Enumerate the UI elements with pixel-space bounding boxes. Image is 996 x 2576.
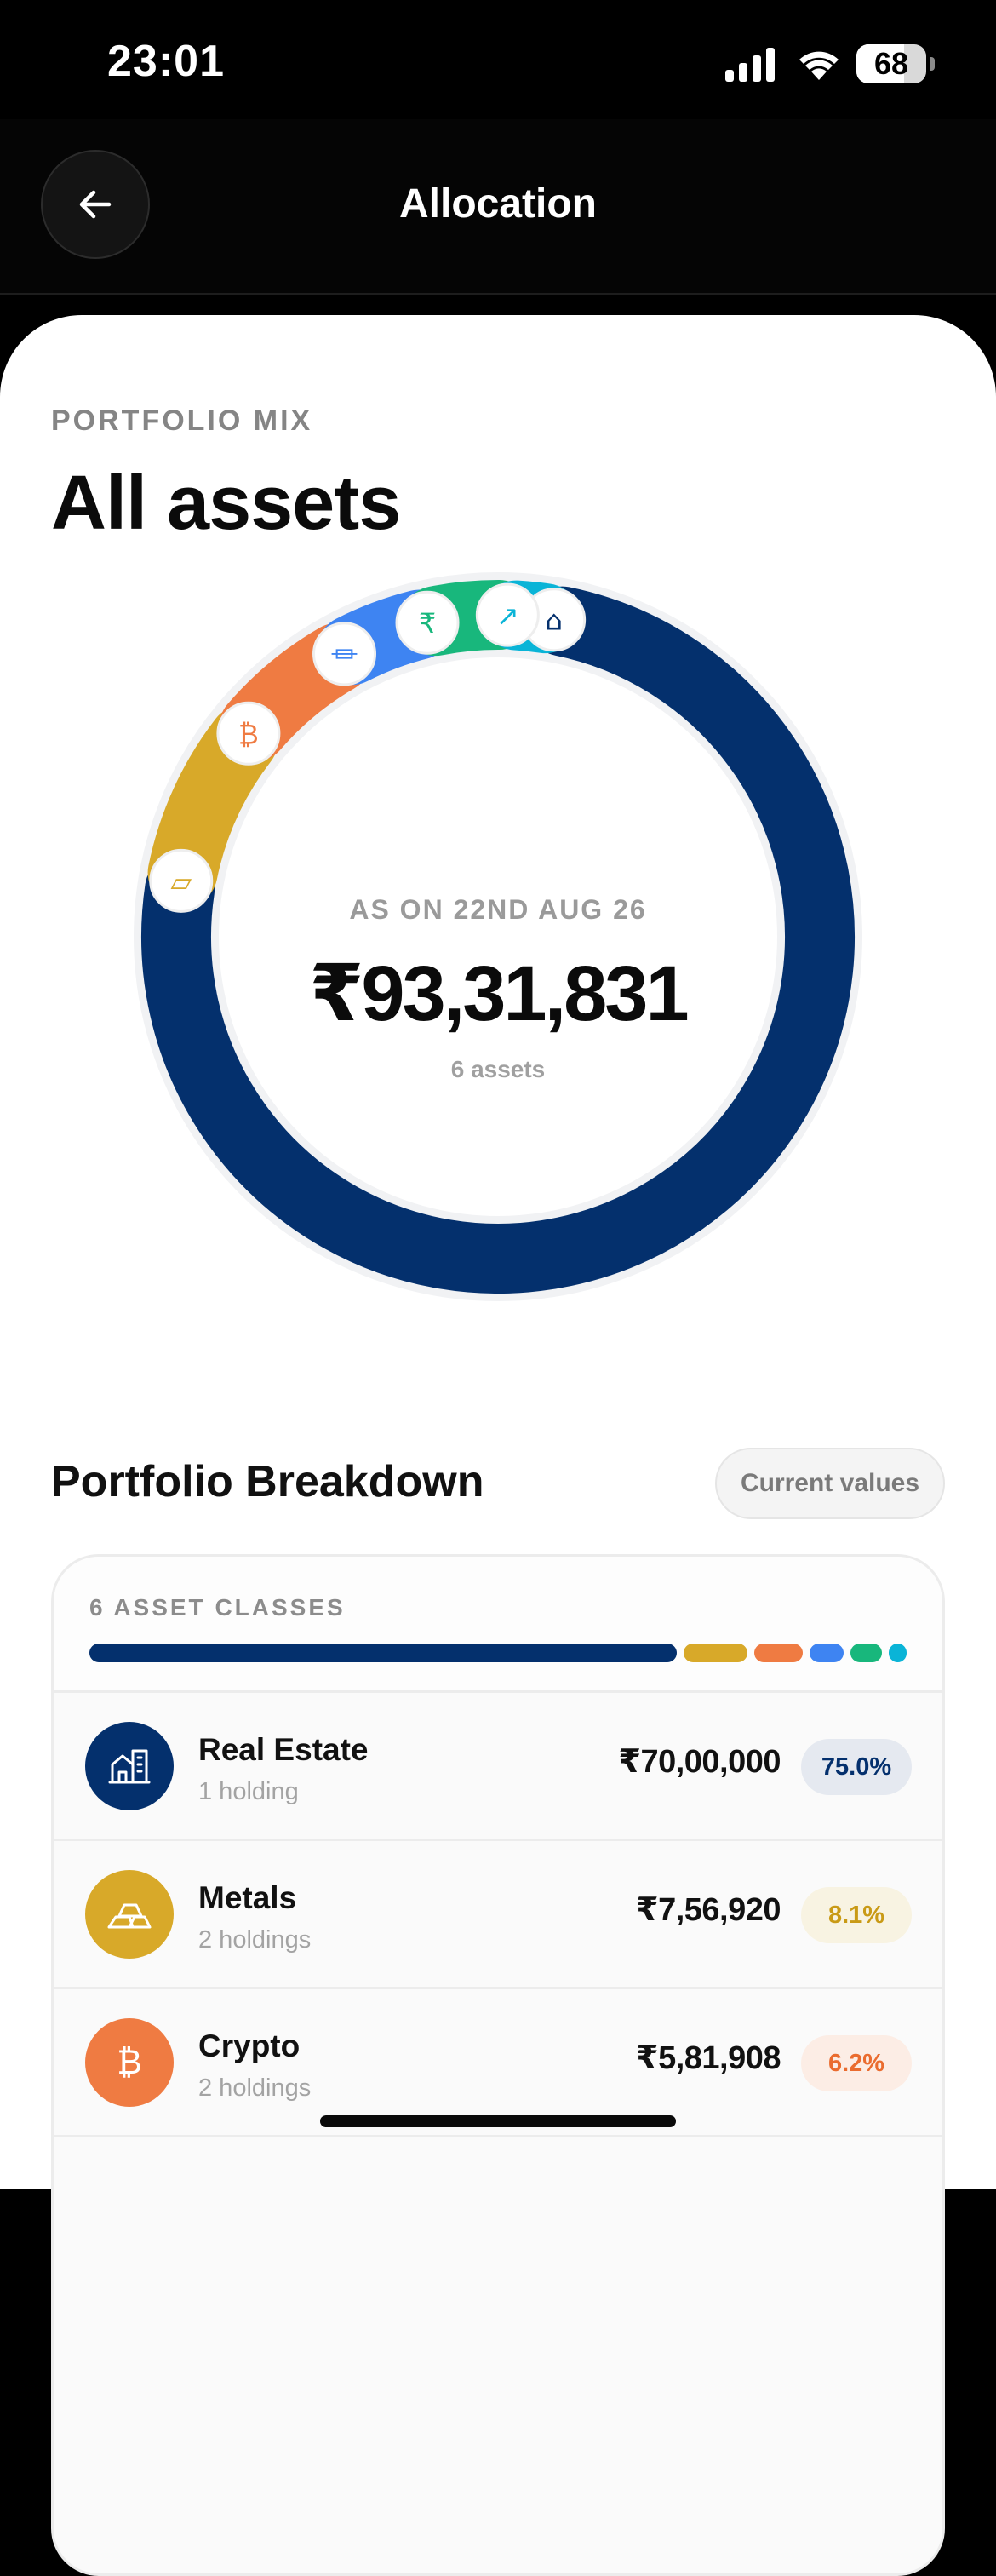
battery-indicator: 68 xyxy=(856,44,935,83)
donut-badge-gold-bars-icon: ▱ xyxy=(149,848,214,913)
asset-value: ₹5,81,908 xyxy=(636,2040,781,2076)
gold-bars-icon xyxy=(85,1870,174,1959)
breakdown-title: Portfolio Breakdown xyxy=(51,1457,484,1506)
asset-count: 6 assets xyxy=(450,1056,546,1082)
breakdown-card: 6 ASSET CLASSES Real Estate 1 holding ₹7… xyxy=(51,1554,945,2576)
stacked-bar-segment-real-estate xyxy=(89,1644,677,1662)
asset-name: Crypto xyxy=(198,2028,301,2063)
svg-text:⌂: ⌂ xyxy=(545,605,562,637)
asset-holdings: 2 holdings xyxy=(198,2074,312,2102)
stacked-bar-segment-crypto xyxy=(753,1644,803,1662)
cellular-signal-icon xyxy=(725,48,775,82)
donut-center-summary: AS ON 22ND AUG 26 ₹93,31,831 6 assets xyxy=(285,894,711,1083)
status-time: 23:01 xyxy=(107,37,225,86)
asset-row-real-estate[interactable]: Real Estate 1 holding ₹70,00,000 75.0% xyxy=(54,1693,942,1841)
svg-text:↗: ↗ xyxy=(496,600,519,632)
bitcoin-icon: ₿ xyxy=(85,2018,174,2107)
status-bar: 23:01 68 xyxy=(0,0,996,128)
home-indicator[interactable] xyxy=(320,2115,676,2127)
allocation-stacked-bar xyxy=(89,1644,907,1662)
asset-classes-header: 6 ASSET CLASSES xyxy=(54,1557,942,1693)
building-icon xyxy=(85,1722,174,1810)
asset-holdings: 2 holdings xyxy=(198,1926,312,1954)
asset-percent-badge: 75.0% xyxy=(801,1739,912,1795)
svg-text:₿: ₿ xyxy=(238,718,259,750)
as-on-date: AS ON 22ND AUG 26 xyxy=(349,894,647,925)
allocation-donut-area: ⌂ ▱ ₿ ⏛ ₹ ↗ AS ON 22ND AUG 26 ₹93,31,831 6 as… xyxy=(0,315,996,1422)
asset-value: ₹70,00,000 xyxy=(618,1744,781,1780)
battery-level: 68 xyxy=(873,46,909,81)
donut-badge-chart-icon: ↗ xyxy=(475,582,540,647)
asset-value: ₹7,56,920 xyxy=(636,1892,781,1928)
stacked-bar-segment-metals xyxy=(684,1644,747,1662)
nav-header: Allocation xyxy=(0,119,996,295)
content-sheet: PORTFOLIO MIX All assets ⌂ ▱ ₿ ⏛ ₹ ↗ AS ON 22… xyxy=(0,315,996,2576)
donut-badge-bitcoin-icon: ₿ xyxy=(216,701,281,766)
asset-percent-badge: 6.2% xyxy=(801,2035,912,2091)
stacked-bar-segment-bank xyxy=(809,1644,844,1662)
svg-text:▱: ▱ xyxy=(170,865,192,898)
donut-badge-bank-icon: ⏛ xyxy=(312,622,377,686)
asset-percent-badge: 8.1% xyxy=(801,1887,912,1943)
asset-row-metals[interactable]: Metals 2 holdings ₹7,56,920 8.1% xyxy=(54,1841,942,1989)
asset-name: Real Estate xyxy=(198,1732,369,1767)
stacked-bar-segment-stocks xyxy=(888,1644,907,1662)
stacked-bar-segment-cash xyxy=(850,1644,882,1662)
allocation-donut-chart: ⌂ ▱ ₿ ⏛ ₹ ↗ xyxy=(134,572,862,1301)
donut-badge-rupee-icon: ₹ xyxy=(395,590,460,655)
asset-name: Metals xyxy=(198,1880,297,1915)
asset-holdings: 1 holding xyxy=(198,1778,299,1805)
wifi-icon xyxy=(799,51,839,80)
asset-classes-count: 6 ASSET CLASSES xyxy=(89,1594,346,1621)
svg-text:⏛: ⏛ xyxy=(331,639,358,671)
page-title: Allocation xyxy=(398,181,597,227)
portfolio-total-value: ₹93,31,831 xyxy=(309,950,689,1037)
current-values-toggle[interactable]: Current values xyxy=(715,1448,945,1519)
svg-text:₹: ₹ xyxy=(419,607,436,640)
